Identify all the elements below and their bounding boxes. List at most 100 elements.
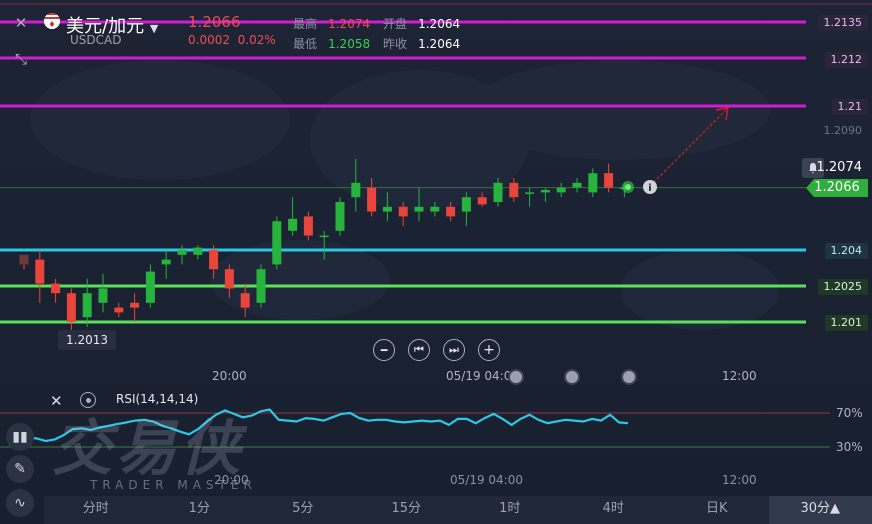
level-tag-2: 1.212 [824, 52, 868, 68]
time-label-3: 12:00 [722, 369, 757, 383]
symbol-code: USDCAD [70, 33, 122, 47]
candle-body[interactable] [272, 221, 282, 265]
chart-type-button[interactable]: ∿ [6, 489, 34, 517]
level-tag-5: 1.2025 [817, 279, 868, 295]
candle-body[interactable] [477, 197, 487, 205]
candle-body[interactable] [351, 182, 361, 198]
plus-icon: + [483, 342, 495, 358]
candle-body[interactable] [509, 182, 519, 198]
live-dot [625, 184, 631, 190]
open-stat: 开盘 1.2064 [383, 13, 460, 32]
candle-body[interactable] [193, 247, 203, 255]
candle-body[interactable] [224, 269, 234, 289]
candle-body[interactable] [398, 206, 408, 217]
candle-body[interactable] [588, 173, 598, 193]
candle-body[interactable] [335, 202, 345, 231]
candle-body[interactable] [367, 187, 377, 212]
candle-body[interactable] [51, 283, 61, 294]
rsi-time-label-2: 05/19 04:00 [450, 473, 523, 487]
price-change: 0.0002 0.02% [188, 33, 276, 47]
scroll-start-button[interactable]: ⏮ [408, 339, 430, 361]
prev-close-label: 昨收 [383, 37, 408, 51]
high-label: 最高 [293, 17, 318, 31]
drawn-arrow-line[interactable] [649, 107, 729, 187]
candle-body[interactable] [145, 271, 155, 303]
candle-body[interactable] [430, 206, 440, 212]
open-value: 1.2064 [418, 17, 461, 31]
timeframe-15m[interactable]: 15分 [355, 496, 459, 524]
candle-body[interactable] [525, 192, 535, 194]
fullscreen-toggle-button[interactable]: ⤡ [8, 48, 34, 70]
level-tag-4: 1.204 [824, 243, 868, 259]
zoom-out-button[interactable]: ━ [373, 339, 395, 361]
price-chart[interactable]: i [0, 0, 872, 390]
time-label-1: 20:00 [212, 369, 247, 383]
candle-body[interactable] [604, 173, 614, 188]
flag-icon: ♦ [44, 13, 60, 29]
candle-body[interactable] [414, 206, 424, 212]
level-tag-3: 1.21 [831, 99, 868, 115]
minus-icon: ━ [380, 343, 388, 357]
chevron-down-icon: ▼ [149, 22, 159, 35]
candle-body[interactable] [319, 235, 329, 238]
open-label: 开盘 [383, 17, 408, 31]
candle-body[interactable] [493, 182, 503, 202]
close-chart-button[interactable]: ✕ [8, 12, 34, 34]
collapse-icon: ⤡ [14, 50, 27, 68]
chart-app: i 1.2135 1.212 1.21 1.2090 1.2074 1.2066… [0, 0, 872, 524]
indicator-tool-button[interactable]: ▮▮ [6, 423, 34, 451]
watermark-subtitle: TRADER MASTER [90, 478, 257, 492]
timeframe-4h[interactable]: 4时 [562, 496, 666, 524]
change-value: 0.0002 [188, 33, 230, 47]
candle-body[interactable] [572, 182, 582, 188]
rsi-level-low: 30% [836, 440, 863, 454]
candle-body[interactable] [130, 302, 140, 308]
low-label: 最低 [293, 37, 318, 51]
candle-body[interactable] [161, 259, 171, 265]
last-price: 1.2066 [188, 13, 241, 31]
scroll-handle-2[interactable] [621, 369, 637, 385]
candle-body[interactable] [177, 250, 187, 255]
candle-body[interactable] [66, 293, 76, 322]
skip-forward-icon: ⏭ [449, 343, 459, 356]
candle-body[interactable] [256, 269, 266, 303]
candle-body[interactable] [303, 216, 313, 236]
candle-body[interactable] [114, 307, 124, 313]
scroll-handle-1[interactable] [564, 369, 580, 385]
level-tag-6: 1.201 [824, 315, 868, 331]
day-high-tag: 1.2074 [816, 160, 863, 175]
current-price-tag: 1.2066 [806, 179, 868, 197]
candle-body[interactable] [19, 254, 29, 265]
candle-body[interactable] [240, 293, 250, 308]
scroll-end-button[interactable]: ⏭ [443, 339, 465, 361]
timeframe-5m[interactable]: 5分 [251, 496, 355, 524]
rsi-level-high: 70% [836, 406, 863, 420]
candle-body[interactable] [98, 288, 108, 303]
line-chart-icon: ∿ [14, 495, 26, 511]
timeframe-1m[interactable]: 1分 [148, 496, 252, 524]
candle-body[interactable] [556, 187, 566, 193]
timeframe-1h[interactable]: 1时 [458, 496, 562, 524]
candle-body[interactable] [82, 293, 92, 318]
timeframe-30m-selected[interactable]: 30分▲ [768, 496, 872, 524]
draw-tool-button[interactable]: ✎ [6, 455, 34, 483]
candle-body[interactable] [382, 206, 392, 212]
candle-body[interactable] [461, 197, 471, 212]
high-value: 1.2074 [328, 17, 371, 31]
level-tag-1: 1.2135 [817, 15, 868, 31]
timeframe-1d[interactable]: 日K [665, 496, 769, 524]
zoom-in-button[interactable]: + [478, 339, 500, 361]
pencil-icon: ✎ [14, 461, 26, 477]
candle-body[interactable] [288, 218, 298, 231]
prev-close-stat: 昨收 1.2064 [383, 33, 460, 52]
candle-body[interactable] [209, 250, 219, 270]
rsi-time-label-3: 12:00 [722, 473, 757, 487]
candle-body[interactable] [35, 259, 45, 284]
scroll-handle-3[interactable] [508, 369, 524, 385]
watermark-logo: 交易侠 [52, 414, 244, 484]
candle-body[interactable] [446, 206, 456, 217]
skip-back-icon: ⏮ [414, 343, 424, 356]
timeframe-bar: 分时 1分 5分 15分 1时 4时 日K 30分▲ [44, 496, 872, 524]
timeframe-tick[interactable]: 分时 [44, 496, 148, 524]
candle-body[interactable] [540, 190, 550, 193]
